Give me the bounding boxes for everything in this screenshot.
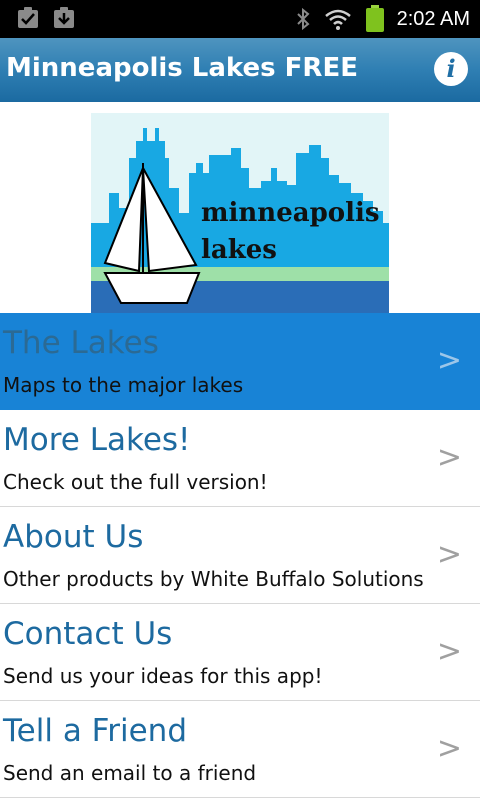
menu-item-contact-us[interactable]: Contact Us Send us your ideas for this a… <box>0 604 480 701</box>
menu-item-tell-a-friend[interactable]: Tell a Friend Send an email to a friend … <box>0 701 480 798</box>
banner-line2: lakes <box>201 235 277 265</box>
status-bar: 2:02 AM <box>0 0 480 38</box>
menu-item-title: The Lakes <box>3 325 159 361</box>
chevron-right-icon: > <box>436 731 462 766</box>
menu-item-subtitle: Send an email to a friend <box>3 761 257 785</box>
menu-item-title: More Lakes! <box>3 422 191 458</box>
menu-list: The Lakes Maps to the major lakes > More… <box>0 313 480 798</box>
wifi-icon <box>324 9 351 30</box>
chevron-right-icon: > <box>436 537 462 572</box>
menu-item-subtitle: Maps to the major lakes <box>3 373 244 397</box>
info-icon: i <box>446 54 456 83</box>
chevron-right-icon: > <box>436 440 462 475</box>
app-title: Minneapolis Lakes FREE <box>6 53 358 83</box>
chevron-right-icon: > <box>436 634 462 669</box>
title-bar: Minneapolis Lakes FREE i <box>0 38 480 102</box>
menu-item-the-lakes[interactable]: The Lakes Maps to the major lakes > <box>0 313 480 410</box>
bluetooth-icon <box>296 7 310 31</box>
menu-item-title: Contact Us <box>3 616 173 652</box>
menu-item-title: Tell a Friend <box>3 713 188 749</box>
menu-item-title: About Us <box>3 519 144 555</box>
status-time: 2:02 AM <box>396 7 470 30</box>
menu-item-subtitle: Other products by White Buffalo Solution… <box>3 567 424 591</box>
banner-line1: minneapolis <box>201 198 380 228</box>
banner-logo: minneapolis lakes <box>91 113 389 313</box>
menu-item-more-lakes[interactable]: More Lakes! Check out the full version! … <box>0 410 480 507</box>
info-button[interactable]: i <box>434 52 468 86</box>
battery-icon <box>365 5 384 32</box>
checkbox-icon <box>18 7 38 28</box>
menu-item-subtitle: Send us your ideas for this app! <box>3 664 323 688</box>
menu-item-subtitle: Check out the full version! <box>3 470 268 494</box>
chevron-right-icon: > <box>436 343 462 378</box>
download-icon <box>54 7 74 28</box>
menu-item-about-us[interactable]: About Us Other products by White Buffalo… <box>0 507 480 604</box>
